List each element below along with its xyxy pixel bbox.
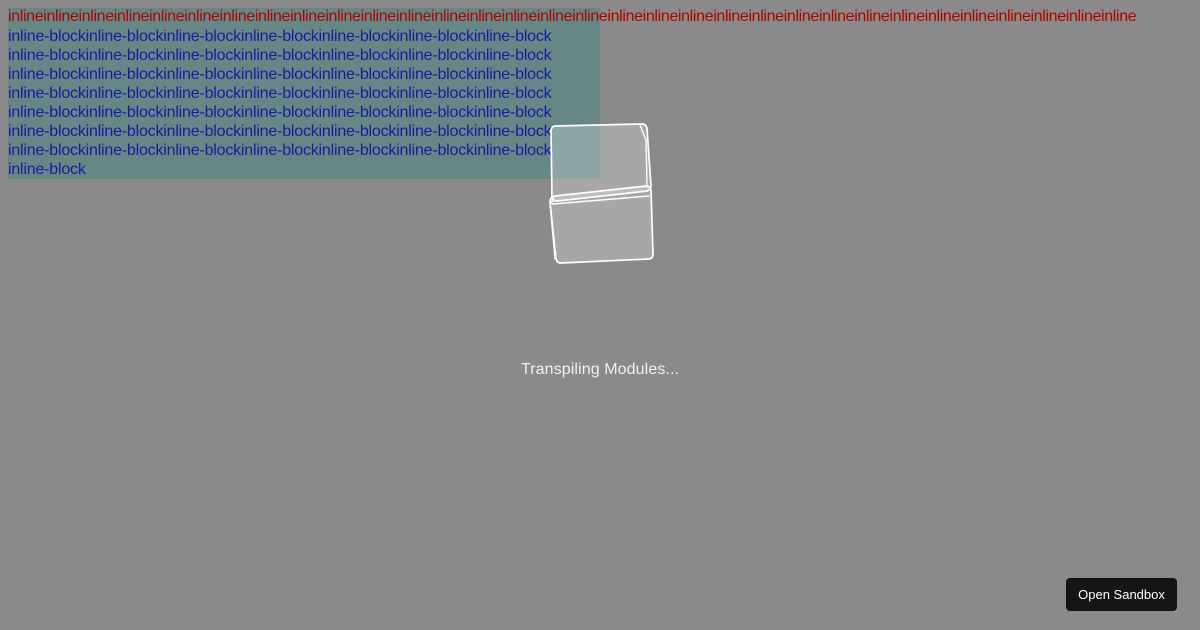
inline-block-line: inline-blockinline-blockinline-blockinli… <box>8 47 552 64</box>
sandbox-preview: inlineinlineinlineinlineinlineinlineinli… <box>0 0 1200 630</box>
open-sandbox-button[interactable]: Open Sandbox <box>1066 578 1177 611</box>
inline-block-line: inline-blockinline-blockinline-blockinli… <box>8 142 552 159</box>
cube-icon <box>549 123 654 264</box>
inline-text-line: inlineinlineinlineinlineinlineinlineinli… <box>8 8 1137 25</box>
inline-block-line: inline-blockinline-blockinline-blockinli… <box>8 66 552 83</box>
inline-block-line: inline-blockinline-blockinline-blockinli… <box>8 123 552 140</box>
inline-block-line: inline-block <box>8 161 86 178</box>
transpiling-status: Transpiling Modules... <box>520 361 680 378</box>
inline-block-text: inline-blockinline-blockinline-blockinli… <box>8 27 568 179</box>
inline-block-line: inline-blockinline-blockinline-blockinli… <box>8 85 552 102</box>
inline-block-line: inline-blockinline-blockinline-blockinli… <box>8 28 552 45</box>
inline-block-line: inline-blockinline-blockinline-blockinli… <box>8 104 552 121</box>
